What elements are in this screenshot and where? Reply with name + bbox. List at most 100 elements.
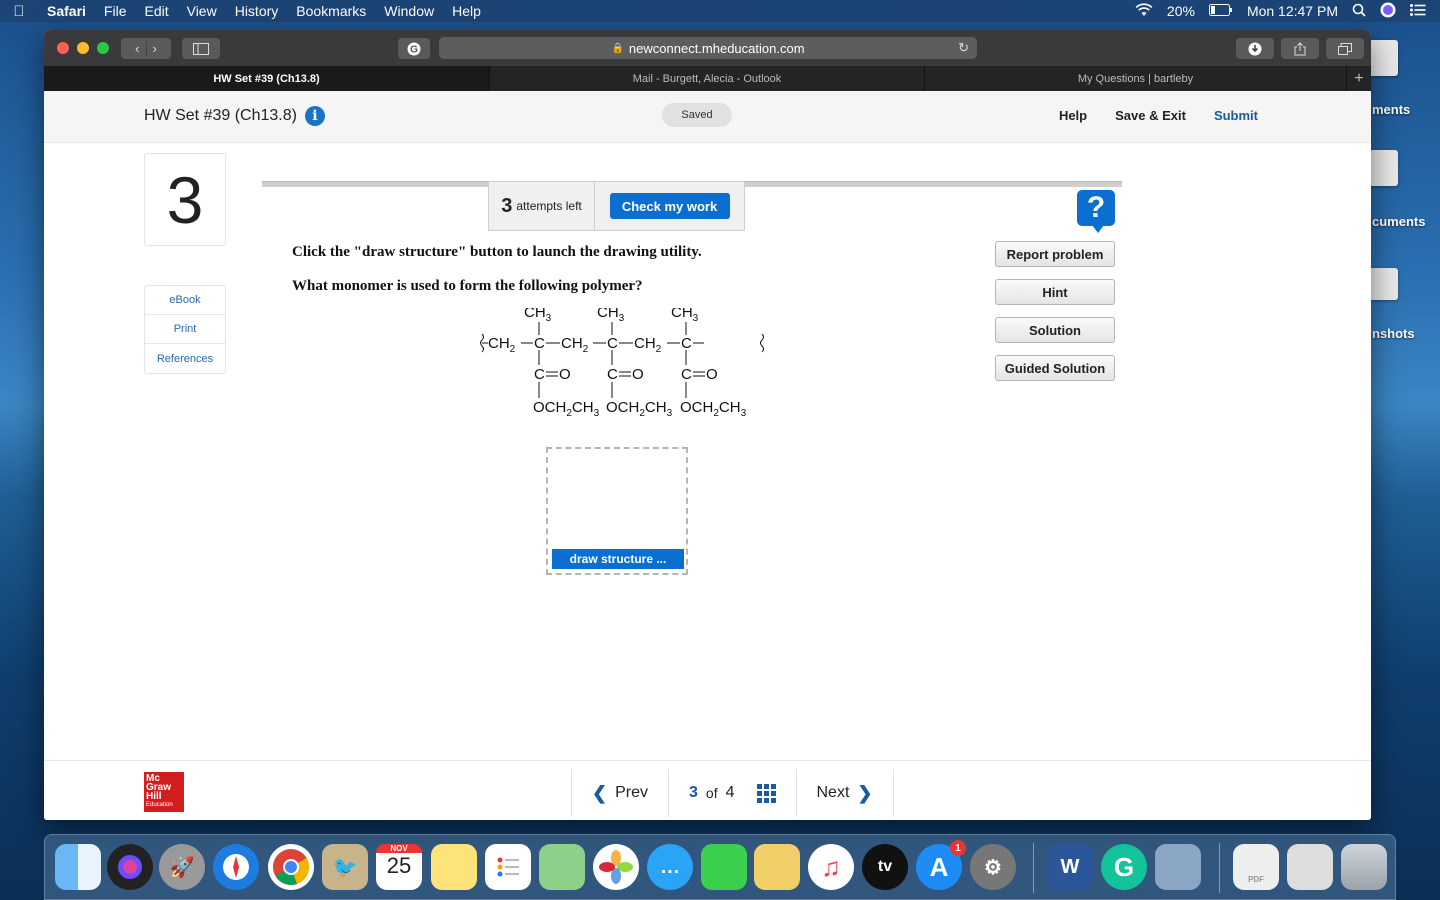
sidebar-icon: [193, 42, 209, 55]
submit-link[interactable]: Submit: [1214, 108, 1258, 123]
prev-label: Prev: [615, 784, 648, 801]
guided-solution-button[interactable]: Guided Solution: [995, 355, 1115, 381]
url-text[interactable]: newconnect.mheducation.com: [629, 41, 805, 56]
facetime-icon[interactable]: [701, 844, 747, 890]
wifi-icon[interactable]: [1135, 2, 1153, 20]
tab-overview-button[interactable]: [1326, 38, 1364, 59]
report-problem-button[interactable]: Report problem: [995, 241, 1115, 267]
clock[interactable]: Mon 12:47 PM: [1247, 3, 1338, 19]
next-button[interactable]: Next ❯: [797, 769, 894, 817]
tab-outlook-mail[interactable]: Mail - Burgett, Alecia - Outlook: [490, 66, 925, 91]
battery-icon[interactable]: [1208, 3, 1233, 19]
notes-icon[interactable]: [431, 844, 477, 890]
draw-structure-button[interactable]: draw structure ...: [552, 549, 684, 569]
menu-file[interactable]: File: [95, 3, 136, 19]
help-link[interactable]: Help: [1059, 108, 1087, 123]
spotlight-search-icon[interactable]: [1352, 3, 1366, 20]
maps-icon[interactable]: [539, 844, 585, 890]
downloads-button[interactable]: [1236, 38, 1274, 59]
safari-compass-icon[interactable]: [213, 844, 259, 890]
carbon-3: C: [681, 335, 692, 352]
save-exit-link[interactable]: Save & Exit: [1115, 108, 1186, 123]
drawing-area[interactable]: draw structure ...: [546, 447, 688, 575]
menu-edit[interactable]: Edit: [135, 3, 177, 19]
dock-separator-2: [1219, 843, 1220, 893]
carbonyl-c-2: C: [607, 366, 618, 383]
reminders-icon[interactable]: [485, 844, 531, 890]
tab-hw-set[interactable]: HW Set #39 (Ch13.8): [44, 66, 490, 91]
menu-window[interactable]: Window: [375, 3, 443, 19]
carbonyl-c-1: C: [534, 366, 545, 383]
notification-center-icon[interactable]: [1410, 3, 1426, 19]
photos-icon[interactable]: [593, 844, 639, 890]
info-icon[interactable]: i: [304, 106, 325, 126]
desktop-folder-icon[interactable]: [1368, 40, 1398, 76]
siri-app-icon[interactable]: [107, 844, 153, 890]
mail-eagle-icon[interactable]: 🐦: [322, 844, 368, 890]
question-prompt: What monomer is used to form the followi…: [292, 278, 643, 294]
carbon-2: C: [607, 335, 618, 352]
battery-percent[interactable]: 20%: [1167, 3, 1195, 19]
solution-button[interactable]: Solution: [995, 317, 1115, 343]
back-forward-buttons[interactable]: ‹ ›: [121, 38, 171, 59]
menu-help[interactable]: Help: [443, 3, 490, 19]
desktop-document-icon[interactable]: [1368, 150, 1398, 186]
browser-toolbar: ‹ › G 🔒 newconnect.mheducation.com ↻: [44, 30, 1371, 66]
assignment-title: HW Set #39 (Ch13.8): [144, 107, 297, 124]
forward-chevron-icon[interactable]: ›: [145, 41, 163, 56]
back-chevron-icon[interactable]: ‹: [129, 41, 145, 56]
sidebar-toggle-button[interactable]: [182, 38, 220, 59]
trash-icon[interactable]: [1341, 844, 1387, 890]
app-store-icon[interactable]: A 1: [916, 840, 966, 890]
minimize-window-button[interactable]: [77, 42, 89, 54]
hint-button[interactable]: Hint: [995, 279, 1115, 305]
pages-icon[interactable]: [754, 844, 800, 890]
share-icon: [1294, 41, 1306, 55]
och2ch3-3-och: OCH: [680, 399, 713, 416]
carbon-1: C: [534, 335, 545, 352]
help-question-icon[interactable]: ?: [1077, 190, 1115, 233]
pdf-document-icon[interactable]: PDF: [1233, 844, 1279, 890]
launchpad-rocket-icon[interactable]: 🚀: [159, 844, 205, 890]
question-pager: ❮ Prev 3 of 4 Next ❯: [571, 769, 894, 817]
calendar-icon[interactable]: NOV 25: [376, 844, 422, 890]
desktop-label-documents[interactable]: ments: [1370, 102, 1440, 117]
zoom-window-button[interactable]: [97, 42, 109, 54]
chrome-icon[interactable]: [268, 844, 314, 890]
address-bar[interactable]: 🔒 newconnect.mheducation.com ↻: [439, 37, 977, 59]
instruction-text: Click the "draw structure" button to lau…: [292, 244, 702, 260]
menu-view[interactable]: View: [178, 3, 226, 19]
apple-tv-icon[interactable]: tv: [862, 844, 908, 890]
share-button[interactable]: [1281, 38, 1319, 59]
ebook-link[interactable]: eBook: [145, 286, 225, 315]
check-my-work-button[interactable]: Check my work: [609, 193, 730, 219]
siri-icon[interactable]: [1380, 2, 1396, 21]
prev-button[interactable]: ❮ Prev: [572, 769, 669, 817]
references-link[interactable]: References: [145, 344, 225, 373]
music-icon[interactable]: ♫: [808, 844, 854, 890]
tv-label: tv: [877, 858, 893, 875]
menu-bookmarks[interactable]: Bookmarks: [287, 3, 375, 19]
new-tab-plus-icon[interactable]: +: [1347, 66, 1371, 91]
system-preferences-gear-icon[interactable]: ⚙: [970, 844, 1016, 890]
menu-safari[interactable]: Safari: [38, 3, 95, 19]
messages-icon[interactable]: …: [647, 844, 693, 890]
close-window-button[interactable]: [57, 42, 69, 54]
polymer-structure-diagram: CH2 C CH2 C CH2 C CH3 CH3 CH3 C O C O C …: [480, 308, 764, 419]
question-grid-icon[interactable]: [756, 783, 776, 803]
header-actions: Help Save & Exit Submit: [1059, 108, 1258, 123]
reload-icon[interactable]: ↻: [958, 40, 969, 56]
screenshot-stack-icon[interactable]: [1287, 844, 1333, 890]
question-position[interactable]: 3 of 4: [669, 769, 797, 817]
grammarly-app-icon[interactable]: G: [1101, 844, 1147, 890]
grammarly-extension-button[interactable]: G: [398, 38, 430, 59]
print-link[interactable]: Print: [145, 315, 225, 344]
desktop-label-screenshots[interactable]: nshots: [1370, 326, 1440, 341]
preview-icon[interactable]: [1155, 844, 1201, 890]
finder-icon[interactable]: [55, 844, 101, 890]
tab-bartleby[interactable]: My Questions | bartleby: [925, 66, 1347, 91]
menu-history[interactable]: History: [226, 3, 288, 19]
desktop-label-documents-2[interactable]: cuments: [1370, 214, 1440, 229]
apple-menu-icon[interactable]: : [0, 3, 38, 20]
microsoft-word-icon[interactable]: W: [1047, 844, 1093, 890]
